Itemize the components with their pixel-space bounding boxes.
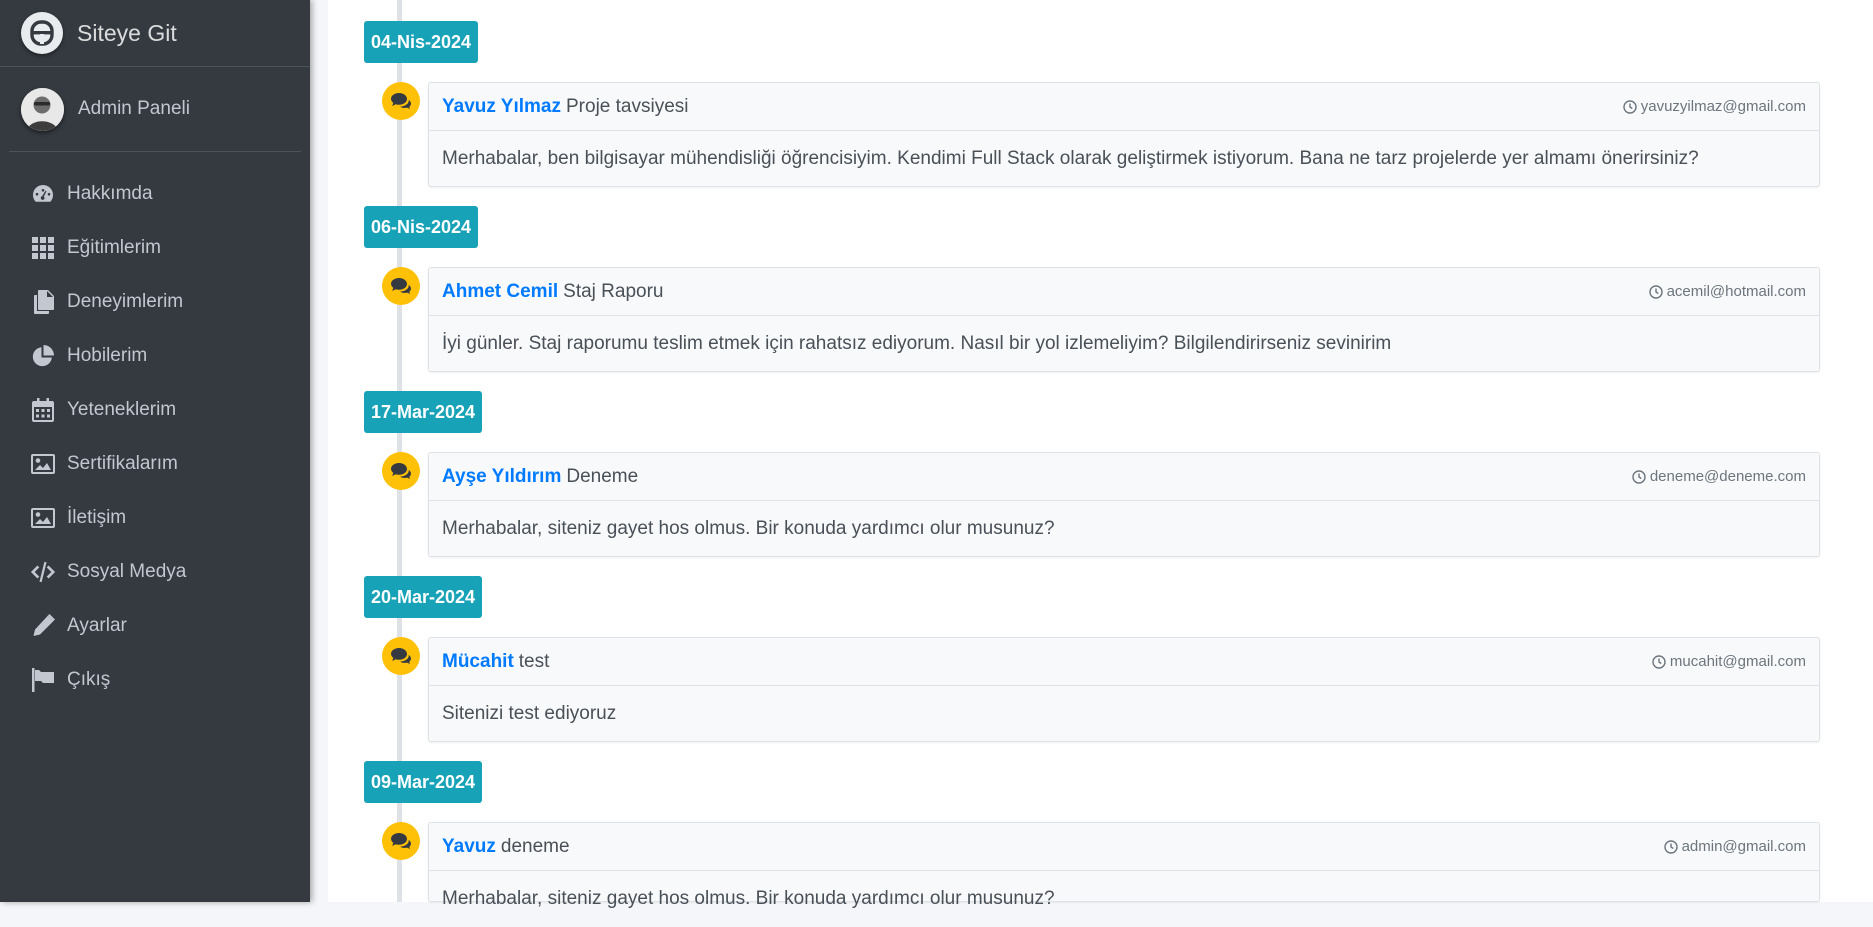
sender-email: deneme@deneme.com [1649, 468, 1806, 485]
sender-name-link[interactable]: Yavuz Yılmaz [442, 96, 561, 118]
sidebar-item-label: Sertifikalarım [67, 453, 178, 474]
message-body: Sitenizi test ediyoruz [442, 703, 617, 724]
comments-icon [382, 452, 420, 490]
message-header: Ahmet Cemil Staj Raporu acemil@hotmail.c… [429, 268, 1819, 316]
comments-icon [382, 267, 420, 305]
message-body: Merhabalar, siteniz gayet hos olmus. Bir… [442, 518, 1055, 539]
message-card: Ahmet Cemil Staj Raporu acemil@hotmail.c… [428, 267, 1820, 372]
sidebar-item-label: Eğitimlerim [67, 237, 161, 258]
image-icon [30, 451, 56, 477]
message-subject: Staj Raporu [563, 280, 664, 302]
timeline-date-badge: 20-Mar-2024 [364, 576, 483, 618]
message-card: Yavuz Yılmaz Proje tavsiyesi yavuzyilmaz… [428, 82, 1820, 187]
message-meta: yavuzyilmaz@gmail.com [1623, 98, 1806, 115]
message-header: Yavuz deneme admin@gmail.com [429, 823, 1819, 871]
timeline-date-badge: 09-Mar-2024 [364, 761, 483, 803]
calendar-icon [30, 397, 56, 423]
user-panel[interactable]: Admin Paneli [9, 67, 301, 152]
message-body: İyi günler. Staj raporumu teslim etmek i… [442, 333, 1392, 354]
sidebar-item-label: Çıkış [67, 669, 111, 690]
message-subject: Proje tavsiyesi [566, 95, 689, 117]
grid-icon [30, 235, 56, 261]
message-body: Merhabalar, ben bilgisayar mühendisliği … [442, 148, 1699, 169]
sidebar-item-ayarlar[interactable]: Ayarlar [0, 599, 310, 653]
message-meta: deneme@deneme.com [1632, 468, 1806, 485]
sender-name-link[interactable]: Mücahit [442, 651, 514, 673]
user-name: Admin Paneli [78, 98, 190, 119]
sidebar-item-label: İletişim [67, 507, 127, 528]
sender-email: mucahit@gmail.com [1669, 653, 1806, 670]
pie-chart-icon [30, 343, 56, 369]
sidebar-item-deneyimlerim[interactable]: Deneyimlerim [0, 275, 310, 329]
gauge-icon [30, 181, 56, 207]
sender-email: acemil@hotmail.com [1666, 283, 1806, 300]
sidebar-item-egitimlerim[interactable]: Eğitimlerim [0, 221, 310, 275]
brand-title: Siteye Git [77, 19, 177, 46]
sidebar-item-cikis[interactable]: Çıkış [0, 653, 310, 707]
timeline-date-badge: 04-Nis-2024 [364, 21, 479, 63]
clock-icon [1648, 284, 1663, 299]
sidebar-item-label: Hobilerim [67, 345, 148, 366]
brand-logo-icon [21, 12, 63, 54]
avatar [21, 87, 64, 131]
message-body: Merhabalar, siteniz gayet hos olmus. Bir… [442, 888, 1055, 909]
sidebar-item-label: Yeteneklerim [67, 399, 177, 420]
image-icon [30, 505, 56, 531]
sidebar-item-label: Ayarlar [67, 615, 127, 636]
sidebar-item-hakkimda[interactable]: Hakkımda [0, 167, 310, 221]
code-icon [30, 559, 56, 585]
sender-email: yavuzyilmaz@gmail.com [1640, 98, 1806, 115]
comments-icon [382, 822, 420, 860]
main-content: 04-Nis-2024 Yavuz Yılmaz Proje tavsiyesi… [310, 0, 1873, 909]
message-meta: mucahit@gmail.com [1652, 653, 1806, 670]
message-subject: test [518, 650, 550, 672]
sidebar-item-label: Deneyimlerim [67, 291, 184, 312]
pencil-icon [30, 613, 56, 639]
sidebar-item-hobilerim[interactable]: Hobilerim [0, 329, 310, 383]
sidebar-item-yeteneklerim[interactable]: Yeteneklerim [0, 383, 310, 437]
sidebar-nav: Hakkımda Eğitimlerim Deneyimlerim Hobile… [0, 152, 310, 707]
flag-icon [30, 667, 56, 693]
sidebar-item-sosyal-medya[interactable]: Sosyal Medya [0, 545, 310, 599]
sidebar: Siteye Git Admin Paneli Hakkımda Eğitiml… [0, 0, 310, 902]
message-header: Yavuz Yılmaz Proje tavsiyesi yavuzyilmaz… [429, 83, 1819, 131]
message-header: Ayşe Yıldırım Deneme deneme@deneme.com [429, 453, 1819, 501]
message-card: Mücahit test mucahit@gmail.com Sitenizi … [428, 637, 1820, 742]
sidebar-item-iletisim[interactable]: İletişim [0, 491, 310, 545]
clock-icon [1623, 99, 1637, 114]
comments-icon [382, 82, 420, 120]
comments-icon [382, 637, 420, 675]
sender-name-link[interactable]: Yavuz [442, 836, 496, 858]
timeline-date-badge: 06-Nis-2024 [364, 206, 479, 248]
sender-name-link[interactable]: Ayşe Yıldırım [442, 466, 561, 488]
sidebar-item-label: Sosyal Medya [67, 561, 187, 582]
sender-email: admin@gmail.com [1681, 838, 1806, 855]
brand-link[interactable]: Siteye Git [0, 0, 310, 67]
message-subject: deneme [500, 835, 570, 857]
clock-icon [1663, 839, 1678, 854]
message-card: Ayşe Yıldırım Deneme deneme@deneme.com M… [428, 452, 1820, 557]
message-header: Mücahit test mucahit@gmail.com [429, 638, 1819, 686]
copy-icon [30, 289, 56, 315]
clock-icon [1632, 469, 1646, 484]
message-subject: Deneme [566, 465, 639, 487]
message-card: Yavuz deneme admin@gmail.com Merhabalar,… [428, 822, 1820, 909]
timeline-date-badge: 17-Mar-2024 [364, 391, 483, 433]
clock-icon [1652, 654, 1666, 669]
message-meta: acemil@hotmail.com [1648, 283, 1806, 300]
sender-name-link[interactable]: Ahmet Cemil [442, 281, 558, 303]
sidebar-item-label: Hakkımda [67, 183, 153, 204]
sidebar-item-sertifikalarim[interactable]: Sertifikalarım [0, 437, 310, 491]
message-meta: admin@gmail.com [1663, 838, 1806, 855]
